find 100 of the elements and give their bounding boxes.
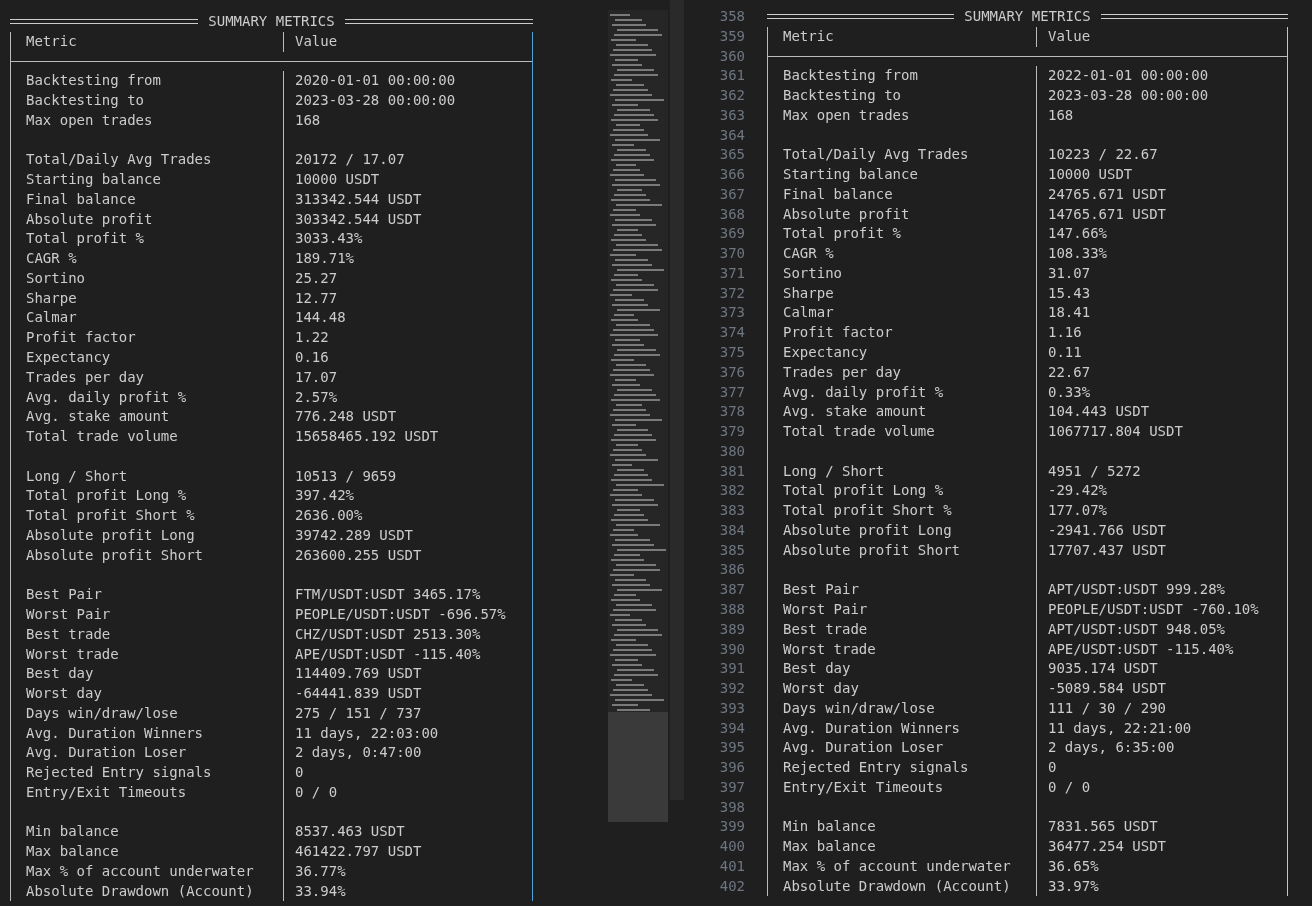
line-number: 377 (718, 382, 745, 402)
metric-value: 24765.671 USDT (1048, 185, 1166, 202)
metric-name: Worst Pair (26, 605, 111, 622)
metric-name: Calmar (783, 304, 834, 321)
metric-name: Max % of account underwater (26, 862, 254, 879)
metric-name: Absolute profit (783, 205, 910, 222)
metric-value: 25.27 (295, 269, 338, 286)
metric-value: FTM/USDT:USDT 3465.17% (295, 586, 481, 603)
metric-value: 33.94% (295, 882, 346, 899)
line-number: 389 (718, 619, 745, 639)
metric-name: Avg. stake amount (26, 408, 170, 425)
metric-name: Max balance (783, 838, 876, 855)
line-number: 370 (718, 244, 745, 264)
metric-name: Entry/Exit Timeouts (783, 778, 944, 795)
metric-name: Expectancy (26, 349, 111, 365)
metric-name: Backtesting to (26, 92, 144, 109)
line-number: 385 (718, 540, 745, 560)
line-number: 373 (718, 303, 745, 323)
line-number: 369 (718, 224, 745, 244)
line-number: 376 (718, 362, 745, 382)
metric-value: 17707.437 USDT (1048, 541, 1166, 558)
metric-value: 2 days, 6:35:00 (1048, 739, 1175, 756)
line-number: 363 (718, 105, 745, 125)
metric-value: 0 / 0 (1048, 778, 1091, 795)
metric-name: CAGR % (26, 250, 77, 267)
line-number: 365 (718, 145, 745, 165)
metric-value: -5089.584 USDT (1048, 680, 1166, 697)
line-number: 396 (718, 758, 745, 778)
metric-value: 313342.544 USDT (295, 190, 422, 207)
line-number: 359 (718, 26, 745, 46)
metric-value: APE/USDT:USDT -115.40% (295, 645, 481, 662)
column-header: Value (1048, 27, 1091, 44)
metric-value: -64441.839 USDT (295, 685, 422, 702)
metric-value: 9035.174 USDT (1048, 660, 1158, 677)
metric-value: 18.41 (1048, 304, 1091, 321)
metric-value: 2636.00% (295, 507, 363, 524)
line-number: 381 (718, 461, 745, 481)
metric-name: Avg. Duration Winners (783, 719, 960, 736)
line-number: 400 (718, 837, 745, 857)
metric-name: Trades per day (783, 363, 901, 380)
metric-value: 0 (295, 764, 304, 781)
metric-value: 275 / 151 / 737 (295, 704, 422, 721)
metric-name: Backtesting from (26, 72, 161, 89)
line-number: 382 (718, 481, 745, 501)
line-number: 360 (718, 46, 745, 66)
metric-value: 15.43 (1048, 284, 1091, 301)
metric-value: 2.57% (295, 388, 338, 405)
metric-name: Total/Daily Avg Trades (26, 151, 212, 168)
metric-value: 397.42% (295, 487, 354, 504)
metric-value: 36477.254 USDT (1048, 838, 1166, 855)
metric-name: Expectancy (783, 344, 868, 360)
metric-name: Sharpe (26, 289, 77, 306)
metric-name: Total profit % (26, 230, 144, 247)
metric-value: 22.67 (1048, 363, 1091, 380)
metric-value: -2941.766 USDT (1048, 521, 1166, 538)
line-number: 388 (718, 599, 745, 619)
metric-value: 2020-01-01 00:00:00 (295, 72, 456, 89)
metric-name: Sortino (26, 269, 85, 286)
metric-name: Absolute profit Long (783, 521, 952, 538)
metric-name: Best Pair (783, 581, 859, 598)
metric-value: 10000 USDT (1048, 166, 1133, 183)
line-number: 364 (718, 125, 745, 145)
metric-value: APE/USDT:USDT -115.40% (1048, 640, 1234, 657)
metric-value: -29.42% (1048, 482, 1107, 499)
metric-value: CHZ/USDT:USDT 2513.30% (295, 625, 481, 642)
line-number: 402 (718, 876, 745, 896)
metric-name: Worst trade (26, 645, 119, 662)
line-number: 384 (718, 520, 745, 540)
metric-name: Rejected Entry signals (783, 759, 969, 776)
metric-name: Absolute profit (26, 210, 153, 227)
metric-name: Absolute profit Short (26, 546, 203, 563)
line-number: 383 (718, 501, 745, 521)
line-number: 390 (718, 639, 745, 659)
metric-value: 2023-03-28 00:00:00 (295, 92, 456, 109)
metric-value: PEOPLE/USDT:USDT -760.10% (1048, 600, 1259, 617)
metric-value: 1.16 (1048, 324, 1082, 341)
metric-value: 1.22 (295, 329, 329, 346)
metric-name: Final balance (26, 190, 136, 207)
line-number: 387 (718, 580, 745, 600)
metric-name: Backtesting to (783, 87, 901, 104)
metric-name: Worst day (26, 685, 102, 702)
metric-name: Max open trades (783, 106, 910, 123)
line-number: 367 (718, 184, 745, 204)
metric-value: 2022-01-01 00:00:00 (1048, 67, 1209, 84)
metric-value: 10000 USDT (295, 171, 380, 188)
metric-value: 8537.463 USDT (295, 823, 405, 840)
metric-name: Total/Daily Avg Trades (783, 146, 969, 163)
metric-name: Worst Pair (783, 600, 868, 617)
metric-name: Best trade (783, 620, 868, 637)
metric-value: 303342.544 USDT (295, 210, 422, 227)
line-number: 401 (718, 856, 745, 876)
metric-name: Trades per day (26, 368, 144, 385)
metric-name: Avg. daily profit % (26, 388, 187, 405)
line-number: 380 (718, 441, 745, 461)
metric-name: Absolute profit Long (26, 526, 195, 543)
metric-value: 36.65% (1048, 857, 1099, 874)
metric-value: 0.11 (1048, 344, 1082, 360)
metric-value: 189.71% (295, 250, 354, 267)
metric-value: 111 / 30 / 290 (1048, 699, 1166, 716)
line-number: 379 (718, 422, 745, 442)
